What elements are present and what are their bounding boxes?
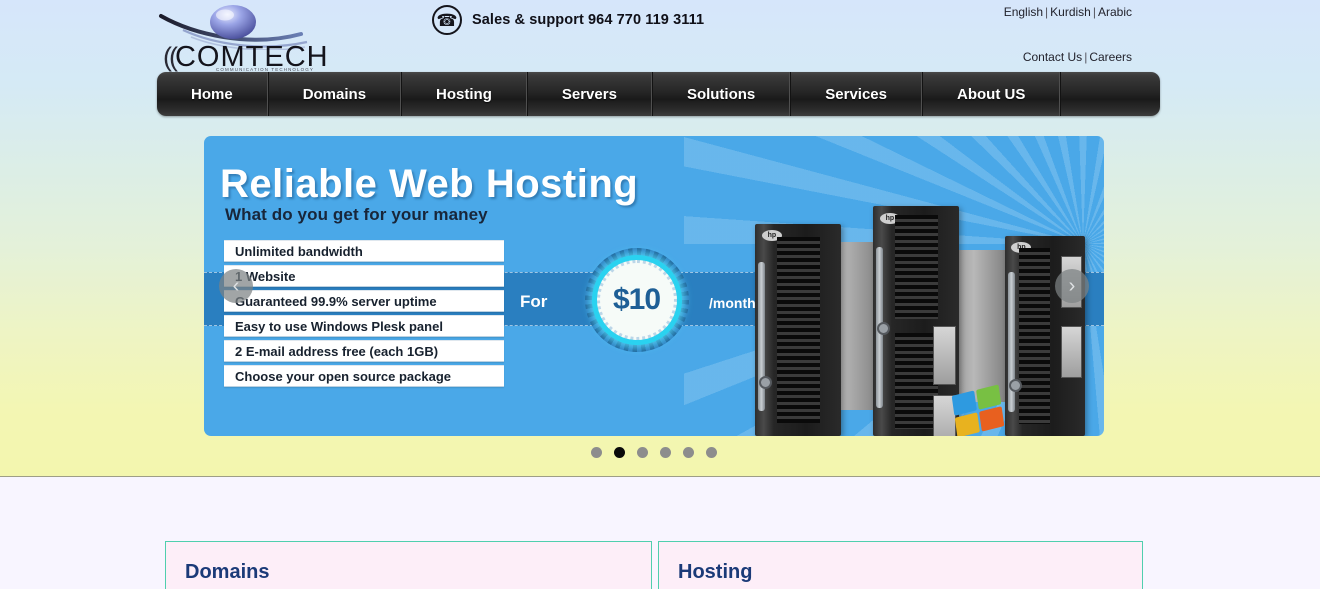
carousel-dot[interactable]	[591, 447, 602, 458]
nav-filler	[1060, 72, 1160, 116]
feature-item: 2 E-mail address free (each 1GB)	[224, 340, 504, 362]
phone-icon: ☎	[432, 5, 462, 35]
language-link-kurdish[interactable]: Kurdish	[1050, 5, 1091, 19]
server-knob	[877, 321, 891, 335]
nav-item-domains[interactable]: Domains	[267, 72, 402, 116]
feature-item: Choose your open source package	[224, 365, 504, 387]
nav-item-solutions[interactable]: Solutions	[651, 72, 791, 116]
badge-inner-circle: $10	[596, 260, 677, 340]
card-domains[interactable]: Domains	[165, 541, 652, 589]
feature-item: Easy to use Windows Plesk panel	[224, 315, 504, 337]
feature-list: Unlimited bandwidth 1 Website Guaranteed…	[224, 240, 504, 390]
nav-item-servers[interactable]: Servers	[526, 72, 652, 116]
server-vents	[895, 215, 939, 319]
drive-bay	[933, 325, 956, 386]
nav-item-home[interactable]: Home	[157, 72, 268, 116]
price-value: $10	[612, 283, 661, 316]
card-title: Domains	[185, 561, 270, 583]
server-blade-1: hp	[755, 224, 841, 436]
language-link-arabic[interactable]: Arabic	[1098, 5, 1132, 19]
feature-item: 1 Website	[224, 265, 504, 287]
nav-item-hosting[interactable]: Hosting	[401, 72, 527, 116]
server-knob	[1009, 379, 1022, 392]
carousel-dot[interactable]	[706, 447, 717, 458]
server-blade-2: hp	[873, 206, 959, 436]
server-blade-3: hp	[1005, 236, 1085, 436]
server-artwork: hp hp hp	[749, 198, 1089, 436]
feature-item: Unlimited bandwidth	[224, 240, 504, 262]
support-contact: ☎ Sales & support 964 770 119 3111	[432, 5, 704, 35]
server-vents	[777, 236, 821, 424]
price-prefix-label: For	[520, 292, 548, 311]
carousel-dot[interactable]	[637, 447, 648, 458]
nav-item-services[interactable]: Services	[790, 72, 922, 116]
feature-item: Guaranteed 99.9% server uptime	[224, 290, 504, 312]
language-link-english[interactable]: English	[1004, 5, 1043, 19]
carousel-pagination	[204, 447, 1104, 458]
drive-bay	[1061, 326, 1082, 378]
main-navigation: Home Domains Hosting Servers Solutions S…	[157, 72, 1160, 116]
support-label: Sales & support 964 770 119 3111	[472, 12, 705, 28]
banner-heading: Reliable Web Hosting	[220, 162, 639, 206]
card-hosting[interactable]: Hosting	[658, 541, 1143, 589]
carousel-dot[interactable]	[683, 447, 694, 458]
banner-subheading: What do you get for your maney	[225, 205, 488, 224]
site-logo[interactable]: ((COMTECH COMMUNICATION TECHNOLOGY	[157, 4, 337, 73]
server-knob	[759, 376, 773, 390]
carousel-prev-button[interactable]: ‹	[219, 269, 253, 303]
language-switcher: English | Kurdish | Arabic	[1004, 5, 1132, 19]
nav-item-about-us[interactable]: About US	[922, 72, 1061, 116]
price-badge: $10	[574, 248, 699, 352]
carousel-next-button[interactable]: ›	[1055, 269, 1089, 303]
hero-carousel[interactable]: Reliable Web Hosting What do you get for…	[204, 136, 1104, 436]
price-suffix-label: /month	[709, 295, 756, 311]
carousel-dot[interactable]	[660, 447, 671, 458]
server-vents	[1019, 248, 1050, 424]
separator: |	[1092, 5, 1096, 19]
carousel-dot-active[interactable]	[614, 447, 625, 458]
card-title: Hosting	[678, 561, 753, 583]
utility-links: Contact Us | Careers	[1023, 50, 1132, 64]
contact-us-link[interactable]: Contact Us	[1023, 50, 1082, 64]
careers-link[interactable]: Careers	[1089, 50, 1132, 64]
server-vents	[895, 332, 939, 430]
